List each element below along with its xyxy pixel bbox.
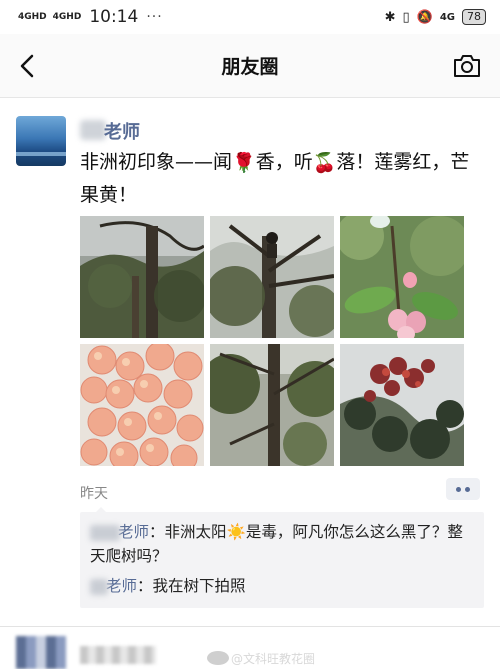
post-time: 昨天 [80, 486, 108, 502]
post-text-part-2: 香，听 [255, 151, 313, 173]
chevron-left-icon[interactable] [14, 52, 42, 80]
comment-text: 我在树下拍照 [152, 577, 246, 595]
battery-icon: 78 [462, 9, 486, 25]
photo-man-climbing-tree[interactable] [210, 216, 334, 338]
divider [0, 626, 500, 627]
mute-icon: 🔕 [416, 9, 433, 25]
dot-icon [465, 486, 470, 492]
comment-2[interactable]: 老师：我在树下拍照 [90, 574, 476, 598]
clock: 10:14 [89, 7, 139, 27]
next-post-avatar[interactable] [16, 636, 66, 669]
comment-author[interactable]: 老师 [118, 523, 149, 541]
name-blur [80, 120, 106, 140]
name-blur [90, 524, 120, 541]
rose-icon: 🌹 [232, 151, 256, 174]
sun-icon: ☀️ [226, 523, 246, 541]
dot-icon [456, 486, 461, 492]
comment-like-button[interactable] [446, 478, 480, 500]
photo-grid [80, 216, 464, 466]
signal-icon-2: 4GHD [52, 12, 82, 22]
more-notifications-icon: ··· [146, 9, 163, 25]
post-text: 非洲初印象——闻🌹香，听🍒落！莲雾红，芒果黄！ [80, 146, 480, 211]
avatar[interactable] [16, 116, 66, 166]
vibrate-icon: ▯ [402, 9, 410, 25]
cherry-icon: 🍒 [312, 151, 337, 174]
nav-bar: 朋友圈 [0, 34, 500, 98]
photo-wax-apple-on-branch[interactable] [340, 216, 464, 338]
weibo-icon [207, 651, 229, 665]
photo-tree-branches[interactable] [210, 344, 334, 466]
bluetooth-icon: ✱ [384, 9, 396, 25]
network-icon: 4G [439, 11, 455, 23]
comments-box: 老师：非洲太阳☀️是毒，阿凡你怎么这么黑了？整天爬树吗？ 老师：我在树下拍照 [80, 507, 484, 608]
comment-text: 非洲太阳 [164, 523, 227, 541]
post-author[interactable]: 老师 [104, 118, 140, 144]
comment-1[interactable]: 老师：非洲太阳☀️是毒，阿凡你怎么这么黑了？整天爬树吗？ [90, 520, 476, 568]
page-title: 朋友圈 [221, 56, 279, 78]
signal-icon-1: 4GHD [18, 12, 47, 22]
comment-author[interactable]: 老师 [106, 577, 137, 595]
name-blur [90, 578, 108, 595]
camera-icon[interactable] [452, 52, 482, 80]
status-bar: 4GHD 4GHD 10:14 ··· ✱ ▯ 🔕 4G 78 [0, 0, 500, 34]
post-text-part-1: 非洲初印象——闻 [80, 151, 233, 173]
watermark: @文科旺教花圈 [231, 652, 316, 666]
photo-tree-trunk[interactable] [80, 216, 204, 338]
photo-basket-of-wax-apples[interactable] [80, 344, 204, 466]
moment-post: 老师 非洲初印象——闻🌹香，听🍒落！莲雾红，芒果黄！ 昨天 老师：非洲太阳☀️是… [0, 98, 500, 628]
photo-red-blossom-tree[interactable] [340, 344, 464, 466]
next-post-author[interactable] [80, 646, 156, 664]
